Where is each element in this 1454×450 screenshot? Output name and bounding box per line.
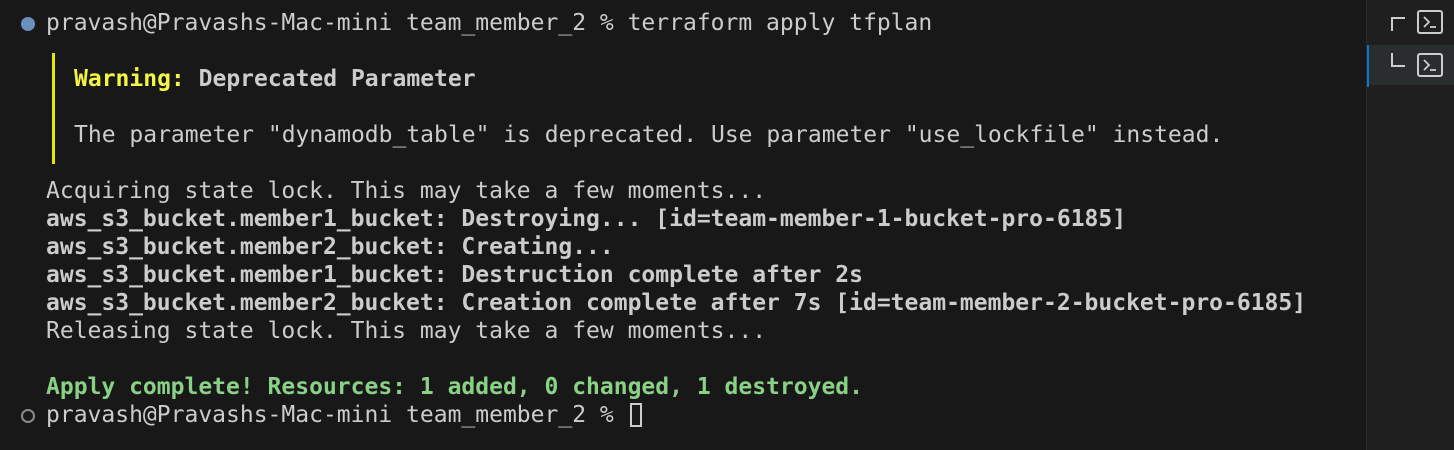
terminal-panel[interactable]: pravash@Pravashs-Mac-mini team_member_2 … (0, 0, 1366, 450)
terminal-tabs-list (1366, 0, 1454, 450)
terminal-icon (1417, 53, 1443, 77)
command-line: pravash@Pravashs-Mac-mini team_member_2 … (46, 10, 933, 36)
final-prompt: pravash@Pravashs-Mac-mini team_member_2 … (46, 402, 628, 428)
output-line: Acquiring state lock. This may take a fe… (46, 178, 767, 204)
output-line: aws_s3_bucket.member2_bucket: Creating..… (46, 234, 614, 260)
terminal-tab-2[interactable] (1367, 45, 1454, 87)
apply-complete-message: Apply complete! Resources: 1 added, 0 ch… (46, 374, 863, 400)
tree-connector-top-icon (1391, 17, 1405, 31)
warning-border (52, 53, 55, 164)
warning-heading: Warning: Deprecated Parameter (74, 65, 476, 93)
terminal-icon (1417, 10, 1443, 34)
terminal-tab-1[interactable] (1367, 2, 1454, 42)
output-line: aws_s3_bucket.member1_bucket: Destroying… (46, 206, 1127, 232)
output-line: aws_s3_bucket.member2_bucket: Creation c… (46, 290, 1307, 316)
command-decoration-icon[interactable] (21, 409, 35, 423)
tree-connector-bottom-icon (1391, 53, 1405, 67)
final-prompt-line[interactable]: pravash@Pravashs-Mac-mini team_member_2 … (46, 401, 642, 429)
command-success-decoration-icon[interactable] (21, 17, 35, 31)
output-line: aws_s3_bucket.member1_bucket: Destructio… (46, 262, 863, 288)
output-line: Releasing state lock. This may take a fe… (46, 318, 767, 344)
warning-label: Warning: (74, 66, 185, 92)
warning-title: Deprecated Parameter (198, 66, 476, 92)
warning-message: The parameter "dynamodb_table" is deprec… (74, 122, 1224, 148)
terminal-cursor (629, 403, 642, 427)
